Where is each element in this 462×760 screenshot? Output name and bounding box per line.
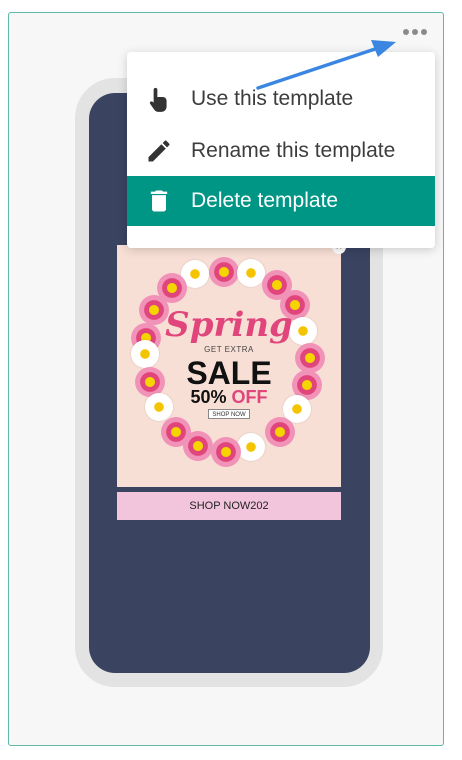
flower-decoration xyxy=(265,417,295,447)
promo-discount-word: OFF xyxy=(231,387,268,407)
more-dot xyxy=(421,29,427,35)
promo-discount-value: 50% xyxy=(190,387,227,407)
flower-decoration xyxy=(237,433,265,461)
template-options-menu: Use this template Rename this template D… xyxy=(127,52,435,248)
menu-item-use-template[interactable]: Use this template xyxy=(127,74,435,124)
promo-cta-bar: SHOP NOW202 xyxy=(117,492,341,520)
menu-item-delete-template[interactable]: Delete template xyxy=(127,176,435,226)
menu-item-label: Rename this template xyxy=(191,139,396,162)
flower-decoration xyxy=(183,431,213,461)
promo-image: Spring GET EXTRA SALE 50% OFF SHOP NOW xyxy=(117,245,341,487)
trash-icon xyxy=(150,190,168,212)
promo-subline: GET EXTRA xyxy=(204,345,254,354)
promo-headline: Spring xyxy=(165,305,293,345)
flower-decoration xyxy=(237,259,265,287)
promo-small-button: SHOP NOW xyxy=(208,409,250,419)
menu-item-label: Use this template xyxy=(191,87,354,110)
menu-item-rename-template[interactable]: Rename this template xyxy=(127,126,435,176)
pencil-icon xyxy=(148,140,170,162)
more-dot xyxy=(412,29,418,35)
flower-decoration xyxy=(209,257,239,287)
flower-decoration xyxy=(211,437,241,467)
promo-discount: 50% OFF xyxy=(117,387,341,408)
menu-item-label: Delete template xyxy=(191,189,339,212)
more-dot xyxy=(403,29,409,35)
more-options-button[interactable] xyxy=(403,26,429,38)
hand-pointer-icon xyxy=(149,87,167,112)
promo-preview: Spring GET EXTRA SALE 50% OFF SHOP NOW S… xyxy=(117,245,341,520)
